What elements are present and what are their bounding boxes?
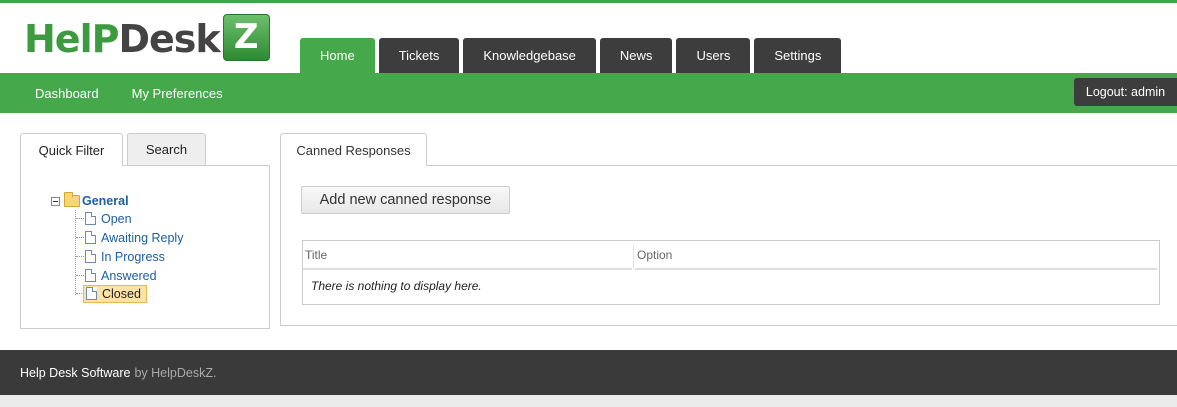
tab-settings[interactable]: Settings: [754, 38, 842, 73]
folder-icon: [64, 192, 80, 207]
logout-button[interactable]: Logout: admin: [1074, 78, 1177, 106]
canned-responses-table: Title Option There is nothing to display…: [302, 240, 1160, 305]
document-icon: [86, 287, 97, 300]
main-navigation: Home Tickets Knowledgebase News Users Se…: [300, 38, 845, 73]
document-icon: [85, 250, 96, 263]
empty-table-message: There is nothing to display here.: [311, 279, 482, 293]
bottom-strip: [0, 395, 1177, 407]
document-icon: [85, 231, 96, 244]
tab-quick-filter[interactable]: Quick Filter: [20, 133, 123, 166]
footer-credit: by HelpDeskZ.: [134, 365, 217, 380]
table-header: Title Option: [303, 241, 1159, 270]
footer-title[interactable]: Help Desk Software: [20, 366, 130, 380]
logo-wordmark: HelPDesk: [24, 17, 221, 61]
tab-users[interactable]: Users: [676, 38, 751, 73]
tree-item-awaiting-reply[interactable]: Awaiting Reply: [76, 229, 183, 246]
dashboard-link[interactable]: Dashboard: [35, 86, 99, 101]
selected-highlight: Closed: [83, 284, 147, 303]
tree-branch-line: [76, 218, 84, 219]
my-preferences-link[interactable]: My Preferences: [132, 86, 223, 101]
tree-item-label[interactable]: Answered: [101, 269, 157, 283]
logo-desk-text: Desk: [118, 17, 220, 61]
tree-root-label[interactable]: General: [82, 194, 129, 208]
sub-navigation-bar: Dashboard My Preferences Logout: admin: [0, 73, 1177, 113]
tree-item-label[interactable]: In Progress: [101, 250, 165, 264]
tree-branch-line: [76, 275, 84, 276]
footer: Help Desk Software by HelpDeskZ.: [0, 350, 1177, 395]
tree-item-label[interactable]: Open: [101, 212, 132, 226]
tree-root-general[interactable]: General: [51, 192, 129, 208]
tree-item-closed[interactable]: Closed: [76, 284, 147, 303]
tab-canned-responses[interactable]: Canned Responses: [280, 133, 427, 166]
quick-filter-panel: General Open Awaiting Reply In Progress …: [20, 165, 270, 329]
add-canned-response-button[interactable]: Add new canned response: [301, 186, 510, 214]
column-header-title[interactable]: Title: [303, 241, 632, 270]
column-divider: [633, 245, 634, 269]
canned-responses-panel: Add new canned response Title Option The…: [280, 165, 1177, 326]
tree-item-answered[interactable]: Answered: [76, 267, 157, 284]
document-icon: [85, 212, 96, 225]
tree-item-label[interactable]: Awaiting Reply: [101, 231, 183, 245]
tab-tickets[interactable]: Tickets: [378, 38, 460, 73]
tab-knowledgebase[interactable]: Knowledgebase: [463, 38, 596, 73]
top-accent-stripe: [0, 0, 1177, 3]
tree-item-open[interactable]: Open: [76, 210, 132, 227]
tree-branch-line: [76, 237, 84, 238]
tree-branch-line: [76, 256, 84, 257]
logo-help-text: HelP: [24, 17, 119, 61]
helpdeskz-logo[interactable]: HelPDesk Z: [24, 12, 270, 62]
logo-z-badge: Z: [222, 13, 270, 61]
column-header-option[interactable]: Option: [635, 241, 1157, 270]
tab-news[interactable]: News: [599, 38, 673, 73]
sub-nav-links: Dashboard My Preferences: [35, 73, 256, 113]
tab-home[interactable]: Home: [300, 38, 375, 73]
tab-search[interactable]: Search: [127, 133, 206, 165]
document-icon: [85, 269, 96, 282]
collapse-icon[interactable]: [51, 196, 60, 206]
tree-item-label[interactable]: Closed: [102, 287, 141, 301]
tree-item-in-progress[interactable]: In Progress: [76, 248, 165, 265]
